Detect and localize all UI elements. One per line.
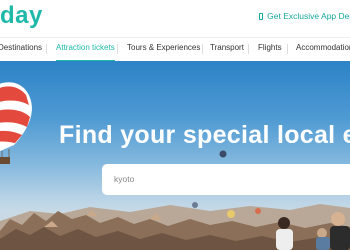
nav-item-attraction-tickets[interactable]: Attraction tickets [56,38,115,62]
nav-divider [46,44,47,54]
nav-divider [248,44,249,54]
hero-headline: Find your special local ex [59,121,350,149]
search-input-value: kyoto [114,174,135,184]
nav-divider [117,44,118,54]
nav-divider [202,44,203,54]
hero-background-image [0,82,350,250]
nav-item-accommodation[interactable]: Accommodation [296,38,350,60]
nav-item-flights[interactable]: Flights [258,38,282,60]
nav-item-tours-experiences[interactable]: Tours & Experiences [127,38,200,60]
site-logo[interactable]: day [0,3,43,29]
app-deal-link[interactable]: Get Exclusive App Deal [259,11,350,21]
hot-air-balloon [0,82,32,164]
nav-item-transport[interactable]: Transport [210,38,244,60]
page: day Get Exclusive App Deal Destinations … [0,0,350,250]
search-input[interactable]: kyoto [102,164,350,195]
hero-banner: Find your special local ex kyoto [0,61,350,250]
main-nav: Destinations Attraction tickets Tours & … [0,37,350,62]
top-bar: day Get Exclusive App Deal [0,0,350,37]
nav-divider [287,44,288,54]
app-deal-label: Get Exclusive App Deal [267,11,350,21]
phone-icon [259,12,264,20]
nav-item-destinations[interactable]: Destinations [0,38,42,60]
